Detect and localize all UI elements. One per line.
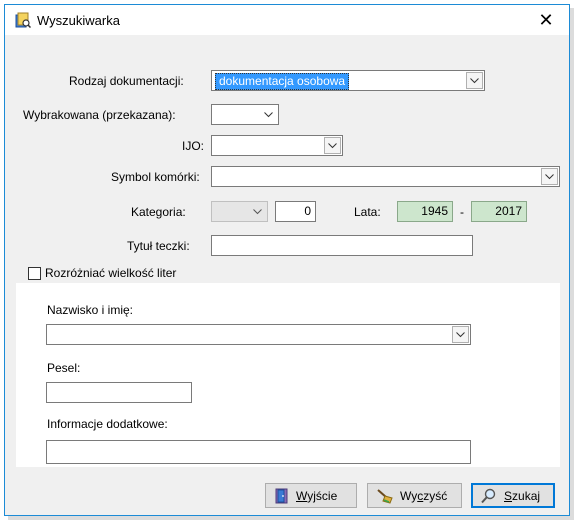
- kategoria-number-input[interactable]: 0: [275, 201, 316, 222]
- pesel-label: Pesel:: [47, 361, 81, 375]
- chevron-down-icon[interactable]: [541, 168, 558, 185]
- door-icon: [275, 488, 288, 503]
- ijo-select[interactable]: [211, 135, 343, 156]
- clear-label: Wyczyść: [400, 488, 448, 503]
- app-icon: [15, 12, 31, 28]
- tytul-teczki-input[interactable]: [211, 235, 473, 256]
- chevron-down-icon[interactable]: [249, 203, 266, 220]
- exit-label: Wyjście: [296, 488, 338, 503]
- lata-from-input[interactable]: 1945: [397, 201, 453, 222]
- kategoria-value: [215, 204, 221, 219]
- chevron-down-icon[interactable]: [466, 72, 483, 89]
- lata-to-input[interactable]: 2017: [471, 201, 527, 222]
- info-label: Informacje dodatkowe:: [47, 417, 168, 431]
- wybrakowana-value: [215, 107, 221, 122]
- wybrakowana-label: Wybrakowana (przekazana):: [23, 108, 176, 122]
- close-icon: ✕: [538, 9, 554, 30]
- nazwisko-value: [50, 327, 56, 342]
- ijo-label: IJO:: [182, 139, 205, 153]
- exit-button[interactable]: Wyjście: [265, 483, 357, 508]
- case-sensitive-label: Rozróżniać wielkość liter: [45, 266, 177, 280]
- close-button[interactable]: ✕: [523, 5, 569, 35]
- symbol-value: [215, 169, 221, 184]
- rodzaj-dokumentacji-select[interactable]: dokumentacja osobowa: [211, 70, 485, 91]
- ijo-value: [215, 138, 221, 153]
- symbol-komorki-select[interactable]: [211, 166, 560, 187]
- magnifier-icon: [481, 488, 496, 503]
- chevron-down-icon[interactable]: [452, 326, 469, 343]
- case-sensitive-checkbox[interactable]: [28, 267, 41, 280]
- tytul-label: Tytuł teczki:: [127, 239, 190, 253]
- window-title: Wyszukiwarka: [37, 13, 120, 28]
- rodzaj-label: Rodzaj dokumentacji:: [69, 74, 184, 88]
- chevron-down-icon[interactable]: [324, 137, 341, 154]
- nazwisko-label: Nazwisko i imię:: [47, 303, 134, 317]
- title-bar: Wyszukiwarka ✕: [5, 5, 569, 35]
- search-button[interactable]: Szukaj: [471, 483, 555, 508]
- nazwisko-select[interactable]: [46, 324, 471, 345]
- lata-label: Lata:: [354, 205, 381, 219]
- rodzaj-value: dokumentacja osobowa: [215, 73, 350, 90]
- wybrakowana-select[interactable]: [211, 104, 279, 125]
- informacje-dodatkowe-input[interactable]: [46, 440, 471, 464]
- symbol-label: Symbol komórki:: [111, 170, 200, 184]
- person-search-panel: Nazwisko i imię: Pesel: Informacje dodat…: [16, 283, 560, 467]
- broom-icon: [377, 488, 393, 504]
- lata-separator: -: [460, 205, 464, 219]
- search-label: Szukaj: [504, 488, 541, 503]
- clear-button[interactable]: Wyczyść: [367, 483, 462, 508]
- pesel-input[interactable]: [46, 382, 192, 403]
- chevron-down-icon[interactable]: [260, 106, 277, 123]
- kategoria-select[interactable]: [211, 201, 268, 222]
- kategoria-label: Kategoria:: [131, 205, 186, 219]
- search-dialog: Wyszukiwarka ✕ Rodzaj dokumentacji: doku…: [4, 4, 570, 516]
